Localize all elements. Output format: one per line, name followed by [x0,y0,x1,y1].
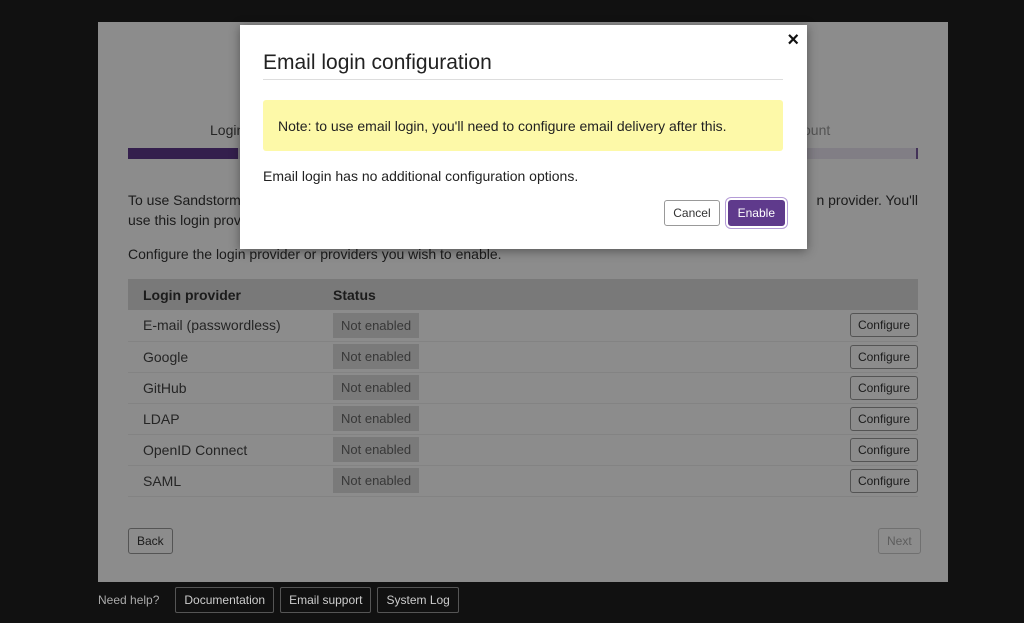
documentation-link[interactable]: Documentation [175,587,275,613]
email-delivery-note: Note: to use email login, you'll need to… [263,100,783,151]
email-login-modal: × Email login configuration Note: to use… [240,25,807,249]
enable-button[interactable]: Enable [727,200,785,226]
help-label: Need help? [98,593,160,607]
email-support-link[interactable]: Email support [280,587,372,613]
modal-title: Email login configuration [263,51,783,80]
cancel-button[interactable]: Cancel [664,200,720,226]
note-text: Note: to use email login, you'll need to… [278,117,727,134]
modal-actions: Cancel Enable [664,200,785,226]
system-log-link[interactable]: System Log [377,587,459,613]
modal-description: Email login has no additional configurat… [263,168,579,184]
close-icon[interactable]: × [787,29,799,52]
help-footer: Need help? Documentation Email support S… [98,586,459,614]
